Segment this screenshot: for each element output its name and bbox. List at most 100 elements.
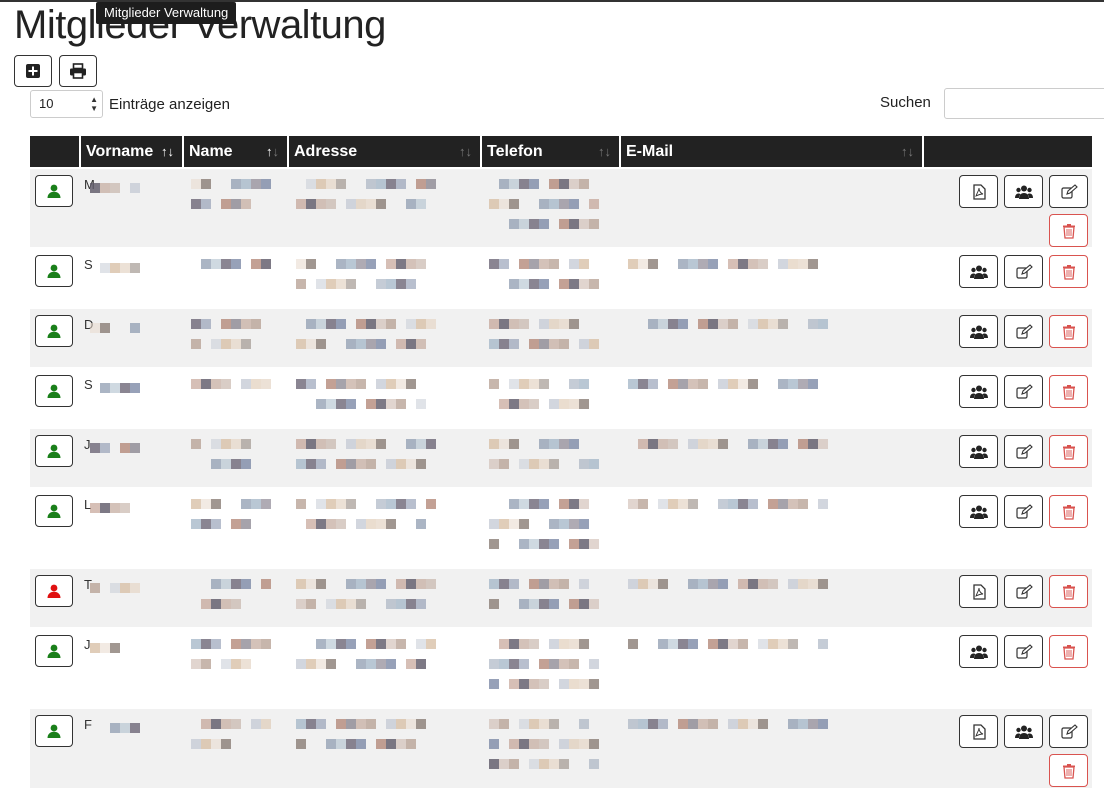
redacted-text <box>489 399 620 409</box>
status-cell <box>30 427 80 488</box>
table-row: J <box>30 627 1092 708</box>
delete-button[interactable] <box>1049 635 1088 668</box>
member-status-button[interactable] <box>35 435 73 467</box>
pdf-button[interactable] <box>959 175 998 208</box>
edit-button[interactable] <box>1004 375 1043 408</box>
vorname-cell: L <box>80 487 183 568</box>
edit-button[interactable] <box>1004 435 1043 468</box>
redacted-text <box>296 199 481 209</box>
trash-icon <box>1062 504 1075 520</box>
edit-button[interactable] <box>1004 315 1043 348</box>
row-actions <box>923 255 1092 288</box>
status-cell <box>30 627 80 708</box>
user-icon <box>47 724 61 738</box>
add-member-button[interactable] <box>14 55 52 87</box>
redacted-text <box>489 599 620 609</box>
redacted-text <box>489 379 620 389</box>
vorname-cell: D <box>80 307 183 368</box>
member-status-button[interactable] <box>35 375 73 407</box>
redacted-text <box>296 179 481 189</box>
delete-button[interactable] <box>1049 575 1088 608</box>
delete-button[interactable] <box>1049 214 1088 247</box>
email-cell <box>620 707 923 788</box>
groups-button[interactable] <box>959 315 998 348</box>
delete-button[interactable] <box>1049 435 1088 468</box>
redacted-text <box>628 319 923 329</box>
redacted-text <box>296 579 481 589</box>
column-label-email: E-Mail <box>626 142 674 160</box>
member-status-button[interactable] <box>35 715 73 747</box>
delete-button[interactable] <box>1049 255 1088 288</box>
pdf-button[interactable] <box>959 715 998 748</box>
edit-icon <box>1015 323 1033 339</box>
redacted-text <box>90 383 183 393</box>
column-header-email[interactable]: E-Mail ↑↓ <box>620 136 924 168</box>
edit-button[interactable] <box>1004 575 1043 608</box>
users-group-icon <box>1014 185 1033 199</box>
users-group-icon <box>969 505 988 519</box>
delete-button[interactable] <box>1049 375 1088 408</box>
email-cell <box>620 427 923 488</box>
pdf-button[interactable] <box>959 575 998 608</box>
column-header-telefon[interactable]: Telefon ↑↓ <box>481 136 621 168</box>
user-icon <box>47 444 61 458</box>
actions-cell <box>923 487 1092 568</box>
column-header-adresse[interactable]: Adresse ↑↓ <box>288 136 482 168</box>
member-status-button[interactable] <box>35 255 73 287</box>
groups-button[interactable] <box>959 375 998 408</box>
groups-button[interactable] <box>1004 715 1043 748</box>
member-status-button[interactable] <box>35 495 73 527</box>
plus-square-icon <box>26 64 40 78</box>
table-header-row: Vorname ↑↓ Name ↑↓ Adresse ↑↓ Telefon ↑↓ E-M… <box>30 136 1092 168</box>
vorname-cell: S <box>80 247 183 308</box>
user-icon <box>47 264 61 278</box>
edit-icon <box>1015 583 1033 599</box>
column-header-vorname[interactable]: Vorname ↑↓ <box>80 136 184 168</box>
telefon-cell <box>481 627 620 708</box>
edit-button[interactable] <box>1004 255 1043 288</box>
users-group-icon <box>969 265 988 279</box>
entries-length-label: Einträge anzeigen <box>109 95 230 113</box>
redacted-text <box>489 739 620 749</box>
redacted-text <box>191 519 288 529</box>
groups-button[interactable] <box>959 435 998 468</box>
member-status-button[interactable] <box>35 575 73 607</box>
delete-button[interactable] <box>1049 754 1088 787</box>
groups-button[interactable] <box>959 495 998 528</box>
groups-button[interactable] <box>959 255 998 288</box>
edit-button[interactable] <box>1004 495 1043 528</box>
member-status-button[interactable] <box>35 175 73 207</box>
status-cell <box>30 567 80 628</box>
column-header-name[interactable]: Name ↑↓ <box>183 136 289 168</box>
user-icon <box>47 504 61 518</box>
redacted-text <box>296 439 481 449</box>
redacted-text <box>191 339 288 349</box>
column-label-adresse: Adresse <box>294 142 358 160</box>
redacted-text <box>296 519 481 529</box>
redacted-text <box>191 719 288 729</box>
users-group-icon <box>969 445 988 459</box>
row-actions <box>923 375 1092 408</box>
redacted-text <box>296 379 481 389</box>
redacted-text <box>489 259 620 269</box>
member-status-button[interactable] <box>35 635 73 667</box>
redacted-text <box>191 599 288 609</box>
redacted-text <box>489 579 620 589</box>
user-icon <box>47 584 61 598</box>
search-input[interactable] <box>944 88 1104 119</box>
groups-button[interactable] <box>1004 175 1043 208</box>
entries-length-select[interactable]: 10 ▲ ▼ <box>30 90 103 118</box>
print-button[interactable] <box>59 55 97 87</box>
delete-button[interactable] <box>1049 495 1088 528</box>
actions-cell <box>923 427 1092 488</box>
email-cell <box>620 247 923 308</box>
redacted-text <box>90 183 183 193</box>
table-row: M <box>30 167 1092 248</box>
edit-button[interactable] <box>1049 175 1088 208</box>
redacted-text <box>489 319 620 329</box>
member-status-button[interactable] <box>35 315 73 347</box>
edit-button[interactable] <box>1004 635 1043 668</box>
edit-button[interactable] <box>1049 715 1088 748</box>
delete-button[interactable] <box>1049 315 1088 348</box>
groups-button[interactable] <box>959 635 998 668</box>
